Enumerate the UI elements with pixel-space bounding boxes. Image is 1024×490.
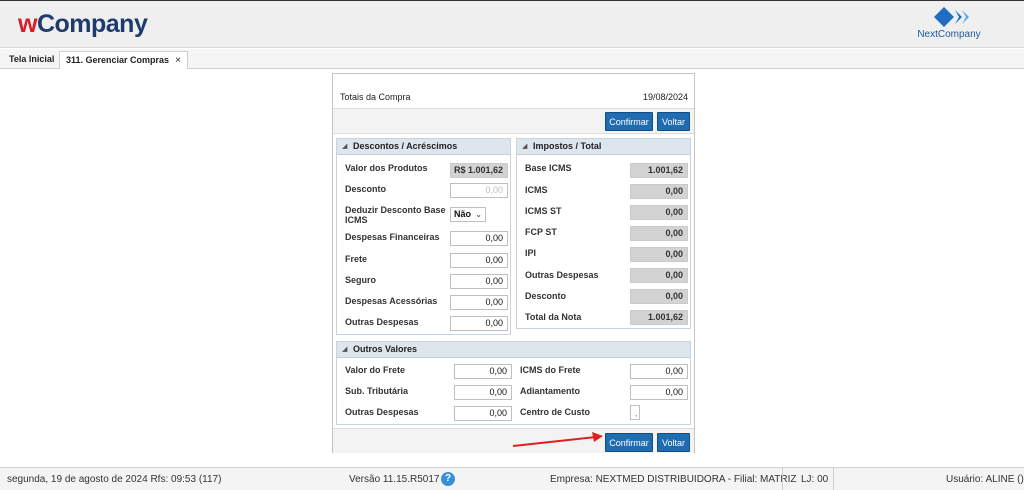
triangle-down-icon: ◢ (342, 346, 348, 353)
status-bar: segunda, 19 de agosto de 2024 Rfs: 09:53… (0, 467, 1024, 490)
icms-frete-field[interactable]: 0,00 (630, 364, 688, 379)
deduzir-select[interactable]: Não ⌄ (450, 207, 486, 222)
nextcompany-mark-icon (934, 7, 969, 27)
ipi-label: IPI (525, 248, 537, 258)
question-icon[interactable]: ? (441, 472, 455, 486)
valor-produtos-field: R$ 1.001,62 (450, 163, 508, 178)
status-usuario: Usuário: ALINE () (946, 474, 1024, 485)
centro-custo-label: Centro de Custo (520, 407, 591, 417)
tab-gerenciar-compras[interactable]: 311. Gerenciar Compras × (59, 51, 188, 69)
icms-field: 0,00 (630, 184, 688, 199)
despesas-acessorias-field[interactable]: 0,00 (450, 295, 508, 310)
valor-frete-field[interactable]: 0,00 (454, 364, 512, 379)
descontos-panel-header[interactable]: ◢ Descontos / Acréscimos (337, 139, 510, 155)
base-icms-field: 1.001,62 (630, 163, 688, 178)
status-separator (782, 468, 783, 490)
icms-label: ICMS (525, 185, 548, 195)
outros-valores-panel-header[interactable]: ◢ Outros Valores (337, 342, 690, 358)
confirm-button-top[interactable]: Confirmar (605, 112, 653, 131)
logo-w: w (18, 10, 37, 38)
fcp-st-label: FCP ST (525, 227, 557, 237)
icms-st-field: 0,00 (630, 205, 688, 220)
back-button-top[interactable]: Voltar (657, 112, 690, 131)
desconto-label: Desconto (525, 291, 567, 301)
triangle-down-icon: ◢ (342, 143, 348, 150)
dialog-title: Totais da Compra (340, 92, 411, 102)
ipi-field: 0,00 (630, 247, 688, 262)
impostos-panel-header[interactable]: ◢ Impostos / Total (517, 139, 690, 155)
frete-label: Frete (345, 254, 368, 264)
total-nota-field: 1.001,62 (630, 310, 688, 325)
nextcompany-text: NextCompany (917, 29, 981, 40)
status-date: segunda, 19 de agosto de 2024 Rfs: 09:53… (7, 474, 222, 485)
outras-despesas-label: Outras Despesas (525, 270, 599, 280)
status-separator (833, 468, 834, 490)
deduzir-select-value: Não (454, 209, 472, 219)
deduzir-label: Deduzir Desconto Base ICMS (345, 205, 446, 225)
outras-despesas-field[interactable]: 0,00 (450, 316, 508, 331)
confirm-button[interactable]: Confirmar (605, 433, 653, 452)
desconto-label: Desconto (345, 184, 387, 194)
status-lj: LJ: 00 (801, 474, 829, 485)
close-icon[interactable]: × (175, 55, 181, 66)
despesas-acessorias-label: Despesas Acessórias (345, 296, 438, 306)
dialog-header: Totais da Compra 19/08/2024 (333, 74, 694, 108)
nextcompany-logo: NextCompany (914, 7, 984, 43)
descontos-panel: ◢ Descontos / Acréscimos Valor dos Produt… (336, 138, 511, 335)
back-button[interactable]: Voltar (657, 433, 690, 452)
app: wCompany NextCompany Tela Inicial 311. G… (0, 0, 1024, 490)
chevron-down-icon: ˎ (635, 408, 638, 417)
chevron-down-icon: ⌄ (475, 210, 482, 219)
valor-frete-label: Valor do Frete (345, 365, 406, 375)
seguro-field[interactable]: 0,00 (450, 274, 508, 289)
adiantamento-field[interactable]: 0,00 (630, 385, 688, 400)
impostos-panel: ◢ Impostos / Total Base ICMS 1.001,62 ICM… (516, 138, 691, 329)
status-version: Versão 11.15.R5017 (349, 474, 440, 485)
icms-frete-label: ICMS do Frete (520, 365, 581, 375)
tab-bar: Tela Inicial 311. Gerenciar Compras × (0, 49, 1024, 69)
totais-compra-dialog: Totais da Compra 19/08/2024 Confirmar Vo… (332, 73, 695, 453)
panel-title: Descontos / Acréscimos (353, 141, 458, 151)
tab-tela-inicial[interactable]: Tela Inicial (3, 51, 62, 69)
despesas-financeiras-label: Despesas Financeiras (345, 232, 440, 242)
desconto-field[interactable]: 0,00 (450, 183, 508, 198)
wcompany-logo: wCompany (18, 10, 148, 39)
sub-tributaria-label: Sub. Tributária (345, 386, 409, 396)
triangle-down-icon: ◢ (522, 143, 528, 150)
outras-despesas-label: Outras Despesas (345, 407, 419, 417)
base-icms-label: Base ICMS (525, 163, 572, 173)
seguro-label: Seguro (345, 275, 377, 285)
fcp-st-field: 0,00 (630, 226, 688, 241)
despesas-financeiras-field[interactable]: 0,00 (450, 231, 508, 246)
dialog-toolbar: Confirmar Voltar (333, 108, 694, 134)
tab-label: 311. Gerenciar Compras (66, 55, 170, 65)
outras-despesas-field[interactable]: 0,00 (454, 406, 512, 421)
centro-custo-select[interactable]: ˎ (630, 405, 640, 420)
valor-produtos-label: Valor dos Produtos (345, 163, 428, 173)
red-arrow-annotation (512, 432, 603, 447)
status-empresa: Empresa: NEXTMED DISTRIBUIDORA - Filial:… (550, 474, 797, 485)
total-nota-label: Total da Nota (525, 312, 582, 322)
panel-title: Outros Valores (353, 344, 418, 354)
outras-despesas-field: 0,00 (630, 268, 688, 283)
outros-valores-panel: ◢ Outros Valores Valor do Frete 0,00 Sub.… (336, 341, 691, 425)
logo-company: Company (36, 10, 148, 38)
frete-field[interactable]: 0,00 (450, 253, 508, 268)
desconto-field: 0,00 (630, 289, 688, 304)
dialog-date: 19/08/2024 (642, 92, 688, 102)
icms-st-label: ICMS ST (525, 206, 562, 216)
outras-despesas-label: Outras Despesas (345, 317, 419, 327)
top-bar: wCompany NextCompany (0, 0, 1024, 48)
sub-tributaria-field[interactable]: 0,00 (454, 385, 512, 400)
adiantamento-label: Adiantamento (520, 386, 581, 396)
panel-title: Impostos / Total (533, 141, 602, 151)
